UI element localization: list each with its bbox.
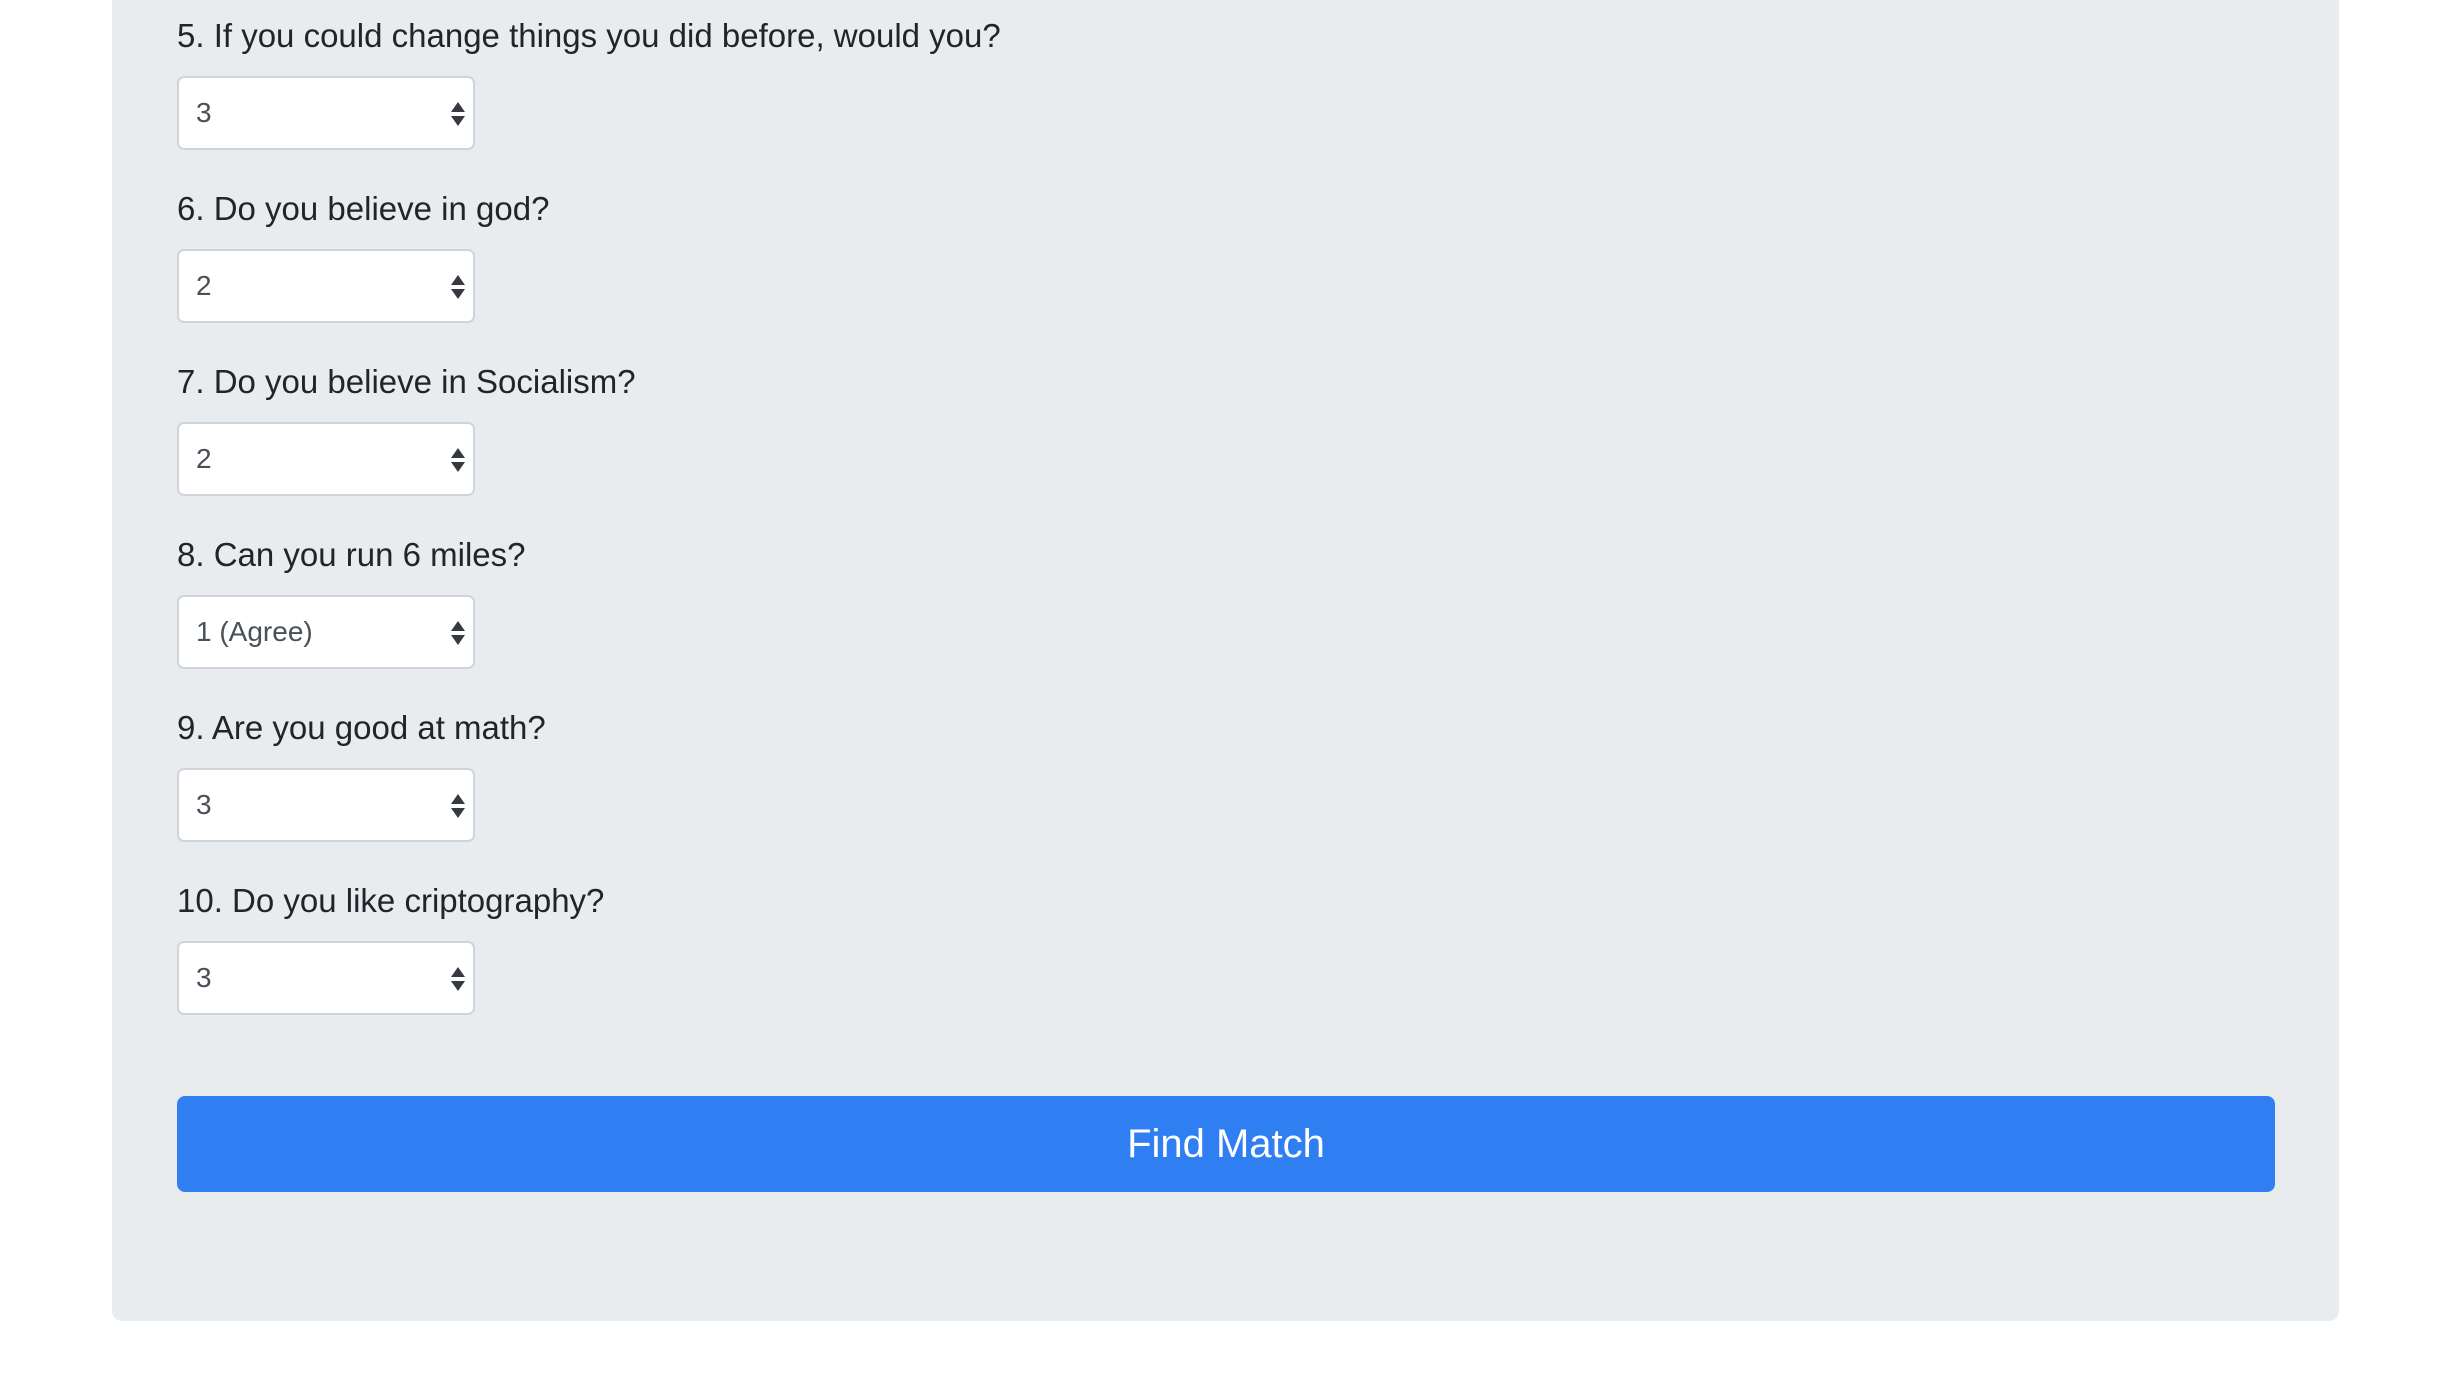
- question-label: 10. Do you like criptography?: [177, 882, 605, 919]
- select-value: 3: [196, 97, 212, 128]
- question-label: 5. If you could change things you did be…: [177, 17, 1001, 54]
- select-value: 3: [196, 789, 212, 820]
- select-value: 2: [196, 270, 212, 301]
- select-arrows-icon: [451, 275, 465, 299]
- question-label: 8. Can you run 6 miles?: [177, 536, 526, 573]
- select-arrows-icon: [451, 621, 465, 645]
- answer-select-6[interactable]: 2: [177, 249, 475, 323]
- select-arrows-icon: [451, 794, 465, 818]
- survey-panel: 5. If you could change things you did be…: [112, 0, 2339, 1321]
- select-value: 1 (Agree): [196, 616, 313, 647]
- answer-select-5[interactable]: 3: [177, 76, 475, 150]
- select-arrows-icon: [451, 967, 465, 991]
- question-label: 6. Do you believe in god?: [177, 190, 550, 227]
- answer-select-9[interactable]: 3: [177, 768, 475, 842]
- answer-select-10[interactable]: 3: [177, 941, 475, 1015]
- select-value: 2: [196, 443, 212, 474]
- question-label: 9. Are you good at math?: [177, 709, 546, 746]
- question-label: 7. Do you believe in Socialism?: [177, 363, 636, 400]
- select-value: 3: [196, 962, 212, 993]
- answer-select-8[interactable]: 1 (Agree): [177, 595, 475, 669]
- find-match-button[interactable]: Find Match: [177, 1096, 2275, 1192]
- answer-select-7[interactable]: 2: [177, 422, 475, 496]
- select-arrows-icon: [451, 102, 465, 126]
- select-arrows-icon: [451, 448, 465, 472]
